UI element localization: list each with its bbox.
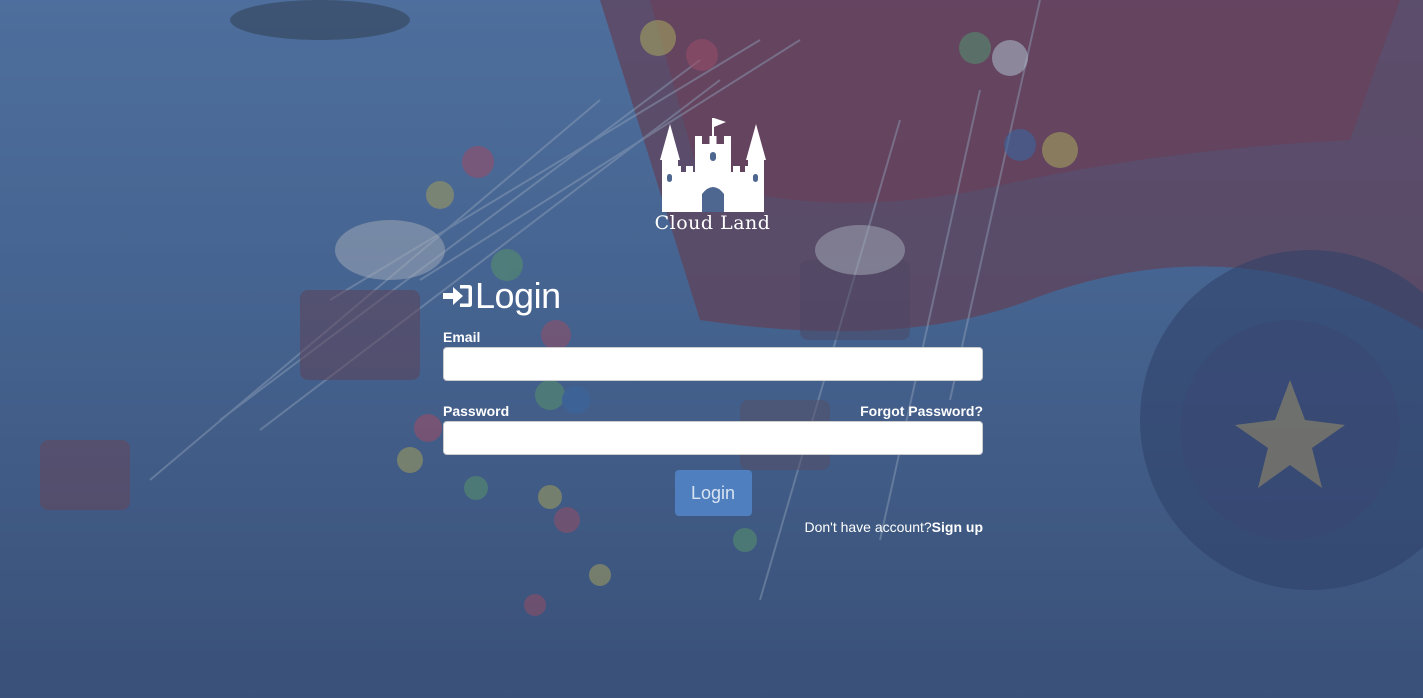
email-label: Email — [443, 329, 481, 345]
login-form: Login Email Password Forgot Password? Lo… — [443, 275, 983, 535]
sign-in-icon — [443, 285, 472, 307]
email-label-row: Email — [443, 325, 983, 345]
signup-prompt: Don't have account? — [804, 519, 932, 535]
forgot-password-link[interactable]: Forgot Password? — [860, 403, 983, 419]
login-button[interactable]: Login — [674, 470, 752, 516]
email-field[interactable] — [443, 347, 983, 381]
submit-row: Login — [443, 470, 983, 516]
login-heading-text: Login — [475, 275, 561, 316]
castle-icon — [660, 118, 766, 212]
signup-link[interactable]: Sign up — [932, 519, 983, 535]
logo: Cloud Land — [640, 116, 785, 241]
login-heading: Login — [443, 275, 983, 316]
password-label: Password — [443, 403, 510, 419]
signup-row: Don't have account?Sign up — [443, 519, 983, 535]
password-field[interactable] — [443, 421, 983, 455]
brand-name: Cloud Land — [654, 212, 771, 234]
password-label-row: Password Forgot Password? — [443, 399, 983, 419]
